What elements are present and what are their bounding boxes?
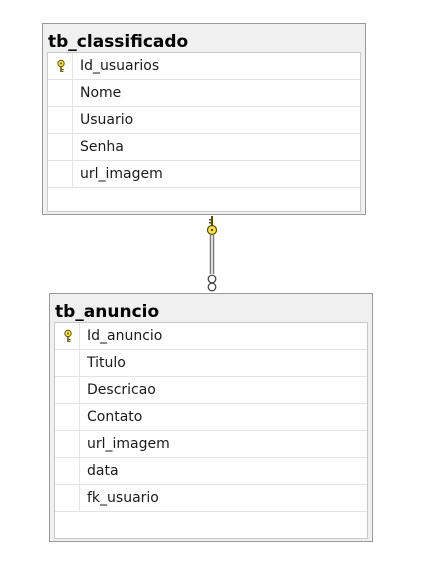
- column-name: Descricao: [87, 382, 156, 398]
- column-row[interactable]: fk_usuario: [55, 485, 367, 512]
- row-selector[interactable]: [55, 323, 80, 349]
- column-row[interactable]: data: [55, 458, 367, 485]
- column-name: data: [87, 463, 119, 479]
- row-selector[interactable]: [55, 350, 80, 376]
- row-selector[interactable]: [55, 485, 80, 511]
- column-name: Titulo: [87, 355, 126, 371]
- column-row[interactable]: Titulo: [55, 350, 367, 377]
- infinity-icon: [207, 274, 217, 292]
- row-selector[interactable]: [55, 404, 80, 430]
- column-row[interactable]: Id_anuncio: [55, 323, 367, 350]
- column-row[interactable]: Contato: [55, 404, 367, 431]
- column-grid: Id_anuncio Titulo Descricao Contato url_…: [54, 322, 368, 539]
- row-selector[interactable]: [55, 377, 80, 403]
- primary-key-icon: [64, 329, 72, 342]
- column-name: Id_anuncio: [87, 328, 163, 344]
- column-name: url_imagem: [87, 436, 170, 452]
- column-row[interactable]: Descricao: [55, 377, 367, 404]
- row-selector[interactable]: [55, 458, 80, 484]
- key-icon: [206, 216, 218, 236]
- row-selector[interactable]: [55, 431, 80, 457]
- column-name: Contato: [87, 409, 143, 425]
- table-title: tb_anuncio: [55, 302, 160, 322]
- column-name: fk_usuario: [87, 490, 159, 506]
- column-row[interactable]: url_imagem: [55, 431, 367, 458]
- table-tb-anuncio[interactable]: tb_anuncio Id_anuncio Titulo Descricao C…: [49, 293, 373, 542]
